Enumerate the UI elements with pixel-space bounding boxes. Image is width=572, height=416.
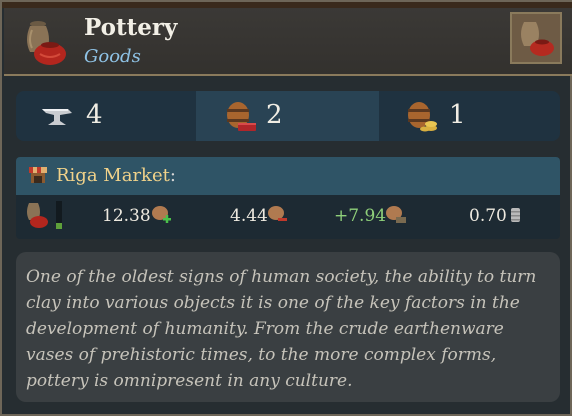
market-title: Riga Market: (56, 165, 176, 186)
market-balance-value: +7.94 (334, 206, 387, 226)
market-consumption-value: 4.44 (230, 206, 268, 226)
goods-description-box: One of the oldest signs of human society… (16, 252, 560, 402)
pottery-small-icon (27, 203, 48, 228)
goods-category: Goods (84, 46, 141, 67)
pottery-vase-icon (27, 21, 66, 65)
goods-thumbnail (510, 12, 562, 64)
production-stats: 4 2 1 (16, 91, 560, 141)
stat-barrel-coins: 1 (379, 91, 560, 141)
stat-anvil: 4 (16, 91, 196, 141)
goods-tooltip-panel: Pottery Goods 4 2 1 Riga Market: 12.38 4… (0, 0, 572, 416)
goods-description: One of the oldest signs of human society… (26, 267, 537, 391)
goods-title: Pottery (84, 14, 178, 41)
market-values-row: 12.38 4.44 +7.94 0.70 (16, 195, 560, 239)
barrel-coins-icon (408, 102, 437, 132)
stock-level-bar (56, 201, 62, 229)
pottery-thumbnail-icon (512, 14, 560, 62)
stat-barrel-coins-value: 1 (449, 100, 466, 130)
stat-barrel: 2 (196, 91, 379, 141)
market-production-value: 12.38 (102, 206, 151, 226)
stat-barrel-value: 2 (266, 100, 283, 130)
market-section: Riga Market: 12.38 4.44 +7.94 0.70 (16, 157, 560, 239)
goods-minus-icon (268, 206, 287, 221)
stat-anvil-value: 4 (86, 100, 103, 130)
coin-stack-icon (511, 208, 520, 222)
goods-plus-icon (152, 206, 171, 223)
market-price-value: 0.70 (469, 206, 507, 226)
anvil-icon (42, 109, 72, 125)
stock-level-fill (56, 223, 62, 229)
tooltip-header: Pottery Goods (4, 8, 572, 76)
market-header: Riga Market: (16, 157, 560, 195)
market-name: Riga Market (56, 165, 170, 186)
barrel-chest-icon (227, 102, 256, 131)
market-colon: : (169, 165, 176, 186)
market-stall-icon (29, 167, 47, 183)
goods-balance-icon (386, 206, 406, 223)
